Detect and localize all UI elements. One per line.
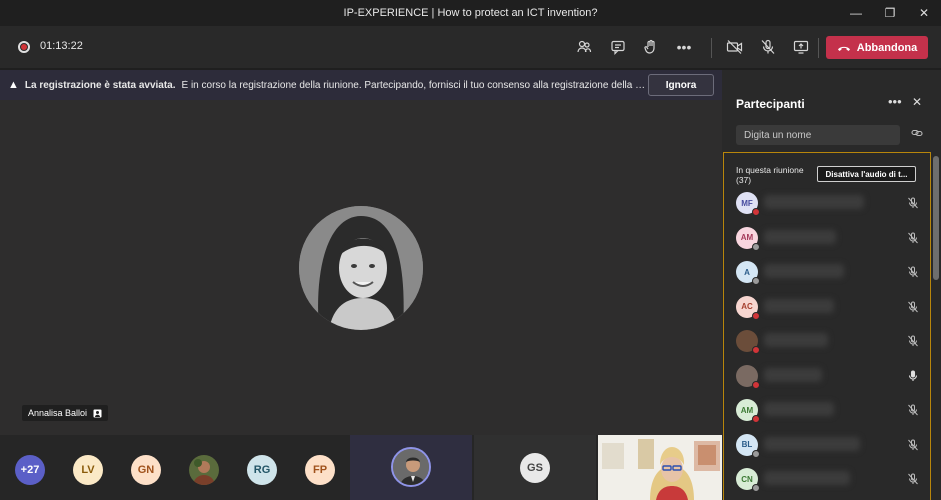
participant-photo-avatar[interactable] <box>189 455 219 485</box>
panel-scrollbar[interactable] <box>933 156 939 280</box>
participant-name-redacted <box>764 402 834 416</box>
chat-icon[interactable] <box>607 36 629 58</box>
participant-row[interactable]: BL <box>722 428 931 462</box>
participant-name-redacted <box>764 229 836 244</box>
participant-row[interactable]: CN <box>722 462 931 496</box>
mic-muted-icon[interactable] <box>906 472 920 486</box>
speaker-name: Annalisa Balloi <box>28 408 88 418</box>
self-avatar <box>391 447 431 487</box>
speaker-avatar <box>299 206 423 330</box>
panel-close-icon[interactable]: ✕ <box>912 95 922 109</box>
share-invite-icon[interactable] <box>911 127 923 142</box>
presence-status-icon <box>752 380 760 389</box>
participants-panel: Partecipanti ••• ✕ In questa riunione (3… <box>722 70 941 500</box>
participant-avatar[interactable]: GN <box>131 455 161 485</box>
participant-name-redacted <box>764 298 834 313</box>
participant-row[interactable]: A <box>722 255 931 289</box>
speaker-name-tag: Annalisa Balloi <box>22 405 109 421</box>
title-bar: IP-EXPERIENCE | How to protect an ICT in… <box>0 0 941 26</box>
toolbar-divider <box>818 38 819 58</box>
maximize-icon[interactable]: ❐ <box>873 0 907 26</box>
banner-message: È in corso la registrazione della riunio… <box>181 79 647 91</box>
participant-name-redacted <box>764 195 864 209</box>
participants-icon[interactable] <box>573 36 595 58</box>
presence-status-icon <box>752 311 760 320</box>
warning-icon: ▲ <box>8 79 19 91</box>
participant-row[interactable] <box>722 359 931 393</box>
leave-label: Abbandona <box>856 41 918 54</box>
mute-all-button[interactable]: Disattiva l'audio di t... <box>817 166 916 182</box>
mic-off-icon[interactable] <box>757 36 779 58</box>
participant-name-redacted <box>764 333 828 347</box>
recording-icon <box>18 41 30 53</box>
toolbar-divider <box>711 38 712 58</box>
presence-status-icon <box>752 277 760 285</box>
presence-status-icon <box>752 208 760 216</box>
participant-avatar[interactable]: RG <box>247 455 277 485</box>
participant-row[interactable]: MF <box>722 186 931 220</box>
participant-row[interactable] <box>722 324 931 358</box>
presenter-icon <box>93 409 102 417</box>
participant-search-input[interactable] <box>736 125 900 145</box>
mic-muted-icon[interactable] <box>906 334 920 348</box>
participant-name-redacted <box>764 436 860 451</box>
presence-status-icon <box>752 346 760 354</box>
participant-name-redacted <box>764 471 850 485</box>
presence-status-icon <box>752 415 760 423</box>
share-screen-icon[interactable] <box>790 36 812 58</box>
participant-row[interactable]: AM <box>722 221 931 255</box>
raise-hand-icon[interactable] <box>640 36 662 58</box>
window-title: IP-EXPERIENCE | How to protect an ICT in… <box>343 7 598 19</box>
participant-name-redacted <box>764 367 822 382</box>
mic-muted-icon[interactable] <box>906 403 920 417</box>
meeting-timer: 01:13:22 <box>40 40 83 52</box>
mic-on-icon[interactable] <box>906 369 920 383</box>
participant-avatar[interactable]: FP <box>305 455 335 485</box>
close-icon[interactable]: ✕ <box>907 0 941 26</box>
participant-row[interactable]: AM <box>722 393 931 427</box>
recording-banner: ▲ La registrazione è stata avviata. È in… <box>0 70 722 100</box>
participant-avatar: GS <box>520 453 550 483</box>
participant-tile-gs[interactable]: GS <box>474 435 596 500</box>
overflow-count-avatar[interactable]: +27 <box>15 455 45 485</box>
banner-title: La registrazione è stata avviata. <box>24 79 176 91</box>
presence-status-icon <box>752 484 760 492</box>
minimize-icon[interactable]: — <box>839 0 873 26</box>
more-actions-icon[interactable]: ••• <box>673 36 695 58</box>
in-meeting-section-label: In questa riunione (37) <box>736 165 804 185</box>
panel-title: Partecipanti <box>736 97 805 111</box>
participant-strip: +27 LV GN RG FP GS <box>0 435 722 500</box>
meeting-stage: Annalisa Balloi <box>0 100 722 435</box>
phone-hangup-icon <box>837 46 850 51</box>
participant-row[interactable]: AC <box>722 290 931 324</box>
leave-button[interactable]: Abbandona <box>826 36 928 59</box>
participant-name-redacted <box>764 264 844 278</box>
camera-off-icon[interactable] <box>724 36 746 58</box>
presence-status-icon <box>752 242 760 251</box>
mic-muted-icon[interactable] <box>906 300 920 314</box>
panel-more-icon[interactable]: ••• <box>888 94 902 109</box>
presence-status-icon <box>752 449 760 458</box>
participant-video-tile[interactable] <box>598 435 722 500</box>
ignore-button[interactable]: Ignora <box>648 74 714 96</box>
mic-muted-icon[interactable] <box>906 196 920 210</box>
meeting-toolbar: 01:13:22 ••• Abbandona <box>0 26 941 68</box>
mic-muted-icon[interactable] <box>906 231 920 245</box>
mic-muted-icon[interactable] <box>906 265 920 279</box>
window-controls: — ❐ ✕ <box>839 0 941 26</box>
mic-muted-icon[interactable] <box>906 438 920 452</box>
self-video-tile[interactable] <box>350 435 472 500</box>
participant-avatar[interactable]: LV <box>73 455 103 485</box>
